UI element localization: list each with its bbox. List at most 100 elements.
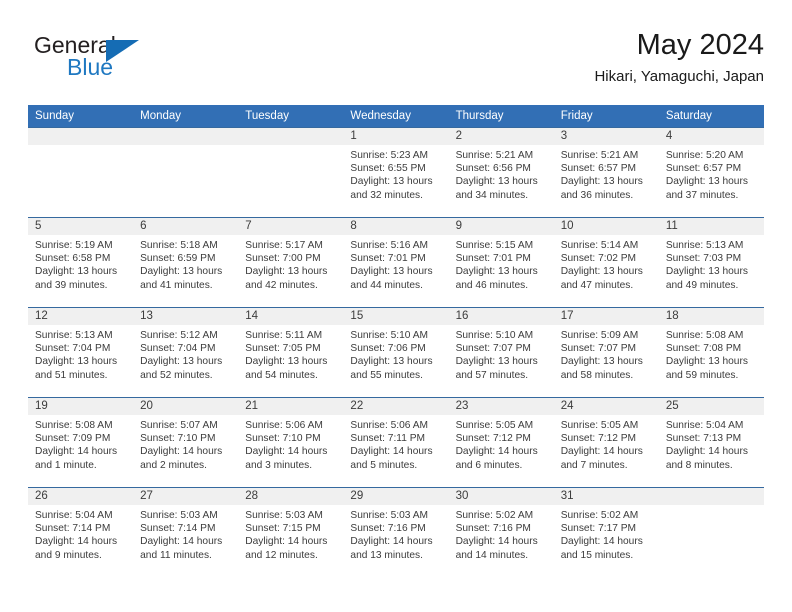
day-details: Sunrise: 5:06 AM Sunset: 7:11 PM Daylight:… [343, 415, 448, 472]
calendar-day-cell[interactable]: 17 Sunrise: 5:09 AM Sunset: 7:07 PM Dayligh… [553, 307, 659, 398]
day-number: 9 [448, 218, 554, 235]
day-details: Sunrise: 5:04 AM Sunset: 7:13 PM Daylight:… [659, 415, 764, 472]
calendar-day-cell[interactable]: 26 Sunrise: 5:04 AM Sunset: 7:14 PM Dayligh… [28, 487, 134, 578]
daylight-duration: Daylight: 14 hours and 8 minutes. [665, 446, 748, 471]
calendar-day-cell[interactable]: 29 Sunrise: 5:03 AM Sunset: 7:16 PM Dayligh… [343, 487, 449, 578]
daylight-duration: Daylight: 14 hours and 12 minutes. [245, 536, 328, 561]
sunrise-time: Sunrise: 5:13 AM [35, 330, 113, 341]
daylight-duration: Daylight: 13 hours and 32 minutes. [350, 176, 433, 201]
calendar-day-cell[interactable]: 4 Sunrise: 5:20 AM Sunset: 6:57 PM Daylight… [658, 127, 764, 218]
calendar-week-row: 1 Sunrise: 5:23 AM Sunset: 6:55 PM Daylight… [28, 127, 764, 218]
sunset-time: Sunset: 7:12 PM [560, 433, 637, 445]
daylight-duration: Daylight: 13 hours and 36 minutes. [560, 176, 643, 201]
sunset-time: Sunset: 6:57 PM [665, 163, 742, 175]
calendar-day-cell[interactable]: 9 Sunrise: 5:15 AM Sunset: 7:01 PM Daylight… [448, 217, 554, 308]
sunrise-time: Sunrise: 5:03 AM [350, 510, 429, 521]
sunrise-time: Sunrise: 5:12 AM [140, 330, 218, 341]
day-number [658, 488, 764, 505]
sunset-time: Sunset: 7:12 PM [455, 433, 531, 445]
calendar-body: 1 Sunrise: 5:23 AM Sunset: 6:55 PM Daylight… [28, 127, 764, 578]
sunset-time: Sunset: 6:58 PM [35, 253, 111, 265]
day-details: Sunrise: 5:07 AM Sunset: 7:10 PM Daylight:… [133, 415, 238, 472]
sunrise-time: Sunrise: 5:18 AM [140, 240, 218, 251]
sunset-time: Sunset: 7:10 PM [140, 433, 216, 445]
day-number: 29 [343, 488, 449, 505]
calendar-day-cell[interactable]: 12 Sunrise: 5:13 AM Sunset: 7:04 PM Dayligh… [28, 307, 134, 398]
calendar-day-cell[interactable]: 27 Sunrise: 5:03 AM Sunset: 7:14 PM Dayligh… [133, 487, 239, 578]
sunrise-time: Sunrise: 5:06 AM [245, 420, 323, 431]
day-details: Sunrise: 5:12 AM Sunset: 7:04 PM Daylight:… [133, 325, 238, 382]
sunrise-time: Sunrise: 5:10 AM [455, 330, 534, 341]
daylight-duration: Daylight: 13 hours and 54 minutes. [245, 356, 328, 381]
calendar-day-cell[interactable]: 2 Sunrise: 5:21 AM Sunset: 6:56 PM Daylight… [448, 127, 554, 218]
sunrise-time: Sunrise: 5:15 AM [455, 240, 534, 251]
sunset-time: Sunset: 7:01 PM [350, 253, 426, 265]
day-details: Sunrise: 5:21 AM Sunset: 6:56 PM Daylight:… [449, 145, 554, 202]
calendar-day-cell[interactable]: 28 Sunrise: 5:03 AM Sunset: 7:15 PM Dayligh… [238, 487, 344, 578]
day-number: 8 [343, 218, 449, 235]
calendar-day-cell[interactable]: 8 Sunrise: 5:16 AM Sunset: 7:01 PM Daylight… [343, 217, 449, 308]
calendar-day-cell[interactable]: 15 Sunrise: 5:10 AM Sunset: 7:06 PM Dayligh… [343, 307, 449, 398]
day-details: Sunrise: 5:06 AM Sunset: 7:10 PM Daylight:… [238, 415, 343, 472]
sunrise-time: Sunrise: 5:21 AM [455, 150, 534, 161]
calendar-day-cell[interactable]: 13 Sunrise: 5:12 AM Sunset: 7:04 PM Dayligh… [133, 307, 239, 398]
sunset-time: Sunset: 7:07 PM [455, 343, 531, 355]
calendar-day-cell[interactable]: 1 Sunrise: 5:23 AM Sunset: 6:55 PM Daylight… [343, 127, 449, 218]
calendar-day-cell[interactable]: 23 Sunrise: 5:05 AM Sunset: 7:12 PM Dayligh… [448, 397, 554, 488]
daylight-duration: Daylight: 13 hours and 47 minutes. [560, 266, 643, 291]
weekday-header-monday: Monday [133, 105, 239, 128]
sunrise-time: Sunrise: 5:08 AM [665, 330, 744, 341]
daylight-duration: Daylight: 14 hours and 7 minutes. [560, 446, 643, 471]
weekday-header-sunday: Sunday [28, 105, 134, 128]
sunrise-time: Sunrise: 5:07 AM [140, 420, 218, 431]
sunset-time: Sunset: 7:11 PM [350, 433, 425, 445]
calendar-day-cell[interactable]: 6 Sunrise: 5:18 AM Sunset: 6:59 PM Daylight… [133, 217, 239, 308]
calendar-day-cell[interactable]: 3 Sunrise: 5:21 AM Sunset: 6:57 PM Daylight… [553, 127, 659, 218]
daylight-duration: Daylight: 14 hours and 14 minutes. [455, 536, 538, 561]
day-details: Sunrise: 5:11 AM Sunset: 7:05 PM Daylight:… [238, 325, 343, 382]
calendar-day-cell[interactable]: 5 Sunrise: 5:19 AM Sunset: 6:58 PM Daylight… [28, 217, 134, 308]
calendar-day-cell[interactable]: 16 Sunrise: 5:10 AM Sunset: 7:07 PM Dayligh… [448, 307, 554, 398]
day-details: Sunrise: 5:04 AM Sunset: 7:14 PM Daylight:… [28, 505, 133, 562]
calendar-page: General Blue May 2024 Hikari, Yamaguchi,… [0, 0, 792, 612]
sunrise-time: Sunrise: 5:08 AM [35, 420, 113, 431]
day-number: 23 [448, 398, 554, 415]
sunset-time: Sunset: 7:07 PM [560, 343, 637, 355]
calendar-day-cell[interactable]: 31 Sunrise: 5:02 AM Sunset: 7:17 PM Dayligh… [553, 487, 659, 578]
sunset-time: Sunset: 6:59 PM [140, 253, 216, 265]
calendar-day-cell[interactable]: 21 Sunrise: 5:06 AM Sunset: 7:10 PM Dayligh… [238, 397, 344, 488]
day-number: 4 [658, 128, 764, 145]
calendar-day-cell[interactable]: 25 Sunrise: 5:04 AM Sunset: 7:13 PM Dayligh… [658, 397, 764, 488]
daylight-duration: Daylight: 13 hours and 52 minutes. [140, 356, 223, 381]
daylight-duration: Daylight: 13 hours and 46 minutes. [455, 266, 538, 291]
calendar-day-cell[interactable]: 14 Sunrise: 5:11 AM Sunset: 7:05 PM Dayligh… [238, 307, 344, 398]
sunset-time: Sunset: 7:01 PM [455, 253, 531, 265]
sunrise-time: Sunrise: 5:19 AM [35, 240, 113, 251]
day-details: Sunrise: 5:13 AM Sunset: 7:03 PM Daylight:… [659, 235, 764, 292]
sunrise-time: Sunrise: 5:20 AM [665, 150, 744, 161]
calendar-day-cell[interactable]: 20 Sunrise: 5:07 AM Sunset: 7:10 PM Dayligh… [133, 397, 239, 488]
calendar-day-cell[interactable]: 30 Sunrise: 5:02 AM Sunset: 7:16 PM Dayligh… [448, 487, 554, 578]
day-details: Sunrise: 5:09 AM Sunset: 7:07 PM Daylight:… [554, 325, 659, 382]
day-number: 7 [238, 218, 344, 235]
weekday-header-saturday: Saturday [658, 105, 764, 128]
calendar-week-row: 26 Sunrise: 5:04 AM Sunset: 7:14 PM Dayligh… [28, 487, 764, 578]
calendar-day-cell[interactable]: 7 Sunrise: 5:17 AM Sunset: 7:00 PM Daylight… [238, 217, 344, 308]
calendar-day-cell[interactable]: 11 Sunrise: 5:13 AM Sunset: 7:03 PM Dayligh… [658, 217, 764, 308]
sunset-time: Sunset: 7:14 PM [140, 523, 216, 535]
day-number: 5 [28, 218, 134, 235]
sunset-time: Sunset: 7:04 PM [35, 343, 111, 355]
sunrise-time: Sunrise: 5:10 AM [350, 330, 429, 341]
calendar-day-cell[interactable]: 10 Sunrise: 5:14 AM Sunset: 7:02 PM Dayligh… [553, 217, 659, 308]
sunset-time: Sunset: 6:57 PM [560, 163, 637, 175]
sunset-time: Sunset: 7:15 PM [245, 523, 321, 535]
calendar-day-cell[interactable]: 24 Sunrise: 5:05 AM Sunset: 7:12 PM Dayligh… [553, 397, 659, 488]
calendar-day-cell[interactable]: 18 Sunrise: 5:08 AM Sunset: 7:08 PM Dayligh… [658, 307, 764, 398]
daylight-duration: Daylight: 14 hours and 1 minute. [35, 446, 118, 471]
sunset-time: Sunset: 7:02 PM [560, 253, 637, 265]
calendar-day-cell[interactable]: 22 Sunrise: 5:06 AM Sunset: 7:11 PM Dayligh… [343, 397, 449, 488]
sunset-time: Sunset: 7:06 PM [350, 343, 426, 355]
daylight-duration: Daylight: 13 hours and 58 minutes. [560, 356, 643, 381]
calendar-day-cell[interactable]: 19 Sunrise: 5:08 AM Sunset: 7:09 PM Dayligh… [28, 397, 134, 488]
general-blue-logo[interactable]: General Blue [34, 32, 174, 90]
